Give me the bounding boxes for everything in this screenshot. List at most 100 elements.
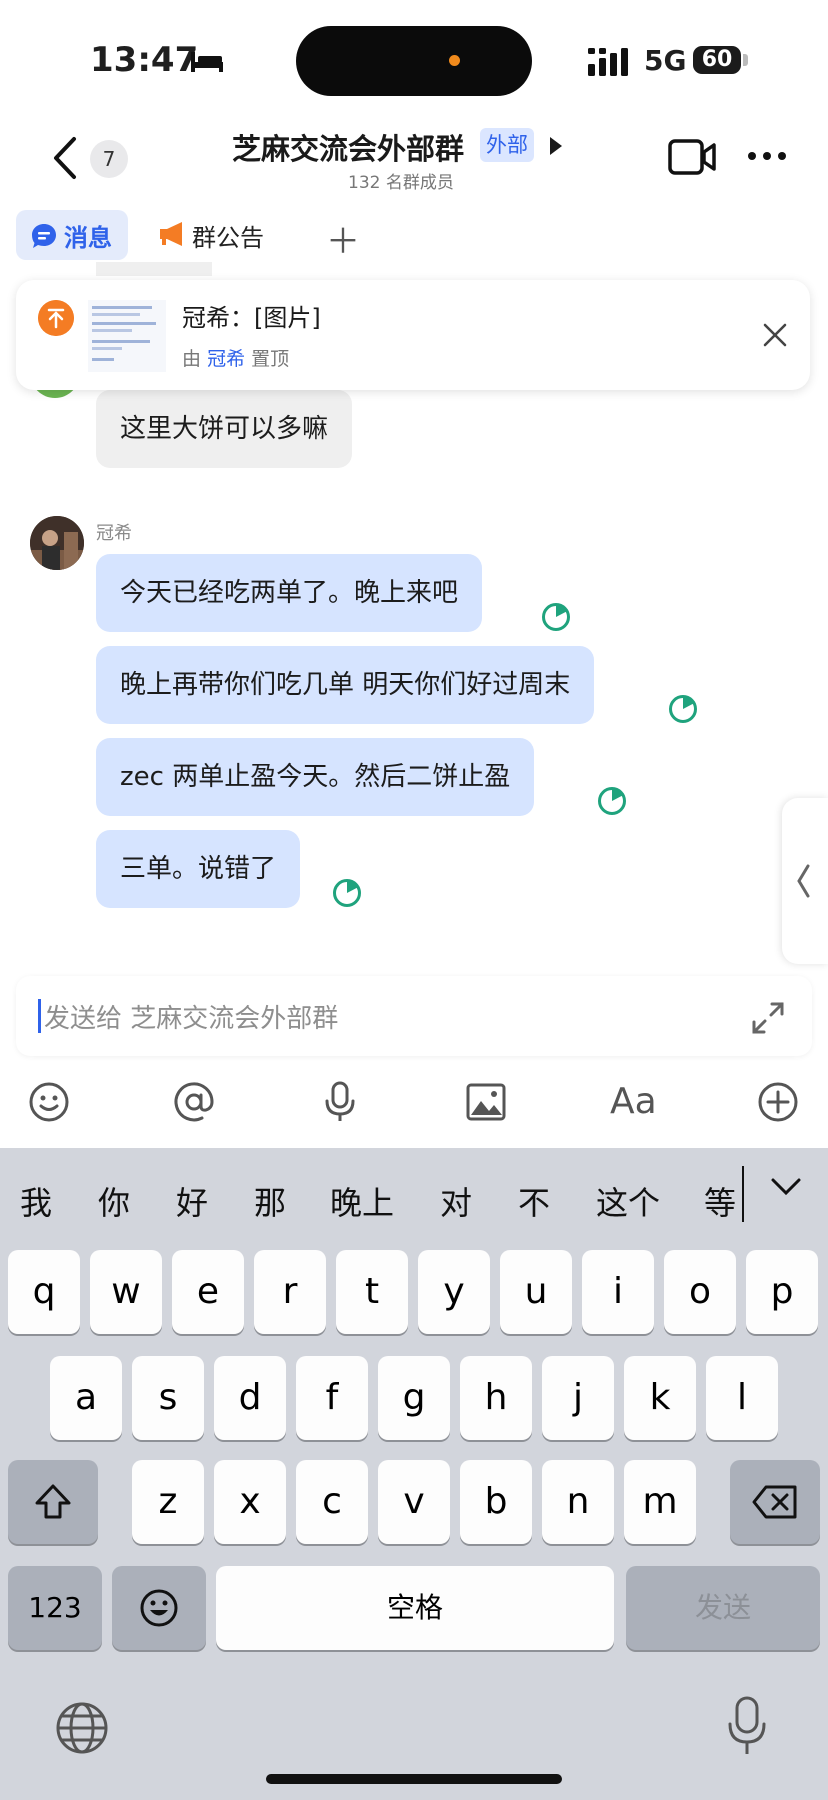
home-indicator[interactable] [266, 1774, 562, 1784]
dictation-icon[interactable] [726, 1694, 768, 1758]
shift-icon [35, 1484, 71, 1519]
add-tab-button[interactable]: ＋ [326, 214, 360, 263]
emoji-icon[interactable] [27, 1080, 71, 1124]
message-input-placeholder[interactable]: 发送给 芝麻交流会外部群 [44, 998, 338, 1035]
key[interactable]: b [460, 1460, 532, 1544]
candidate-word[interactable]: 我 [20, 1178, 52, 1224]
key[interactable]: j [542, 1356, 614, 1440]
candidate-word[interactable]: 等 [704, 1178, 736, 1224]
message-bubble[interactable]: 晚上再带你们吃几单 明天你们好过周末 [96, 646, 595, 724]
close-icon[interactable] [762, 322, 788, 348]
chat-bubble-icon [32, 224, 56, 248]
pinned-by-prefix: 由 [182, 348, 202, 370]
back-icon[interactable] [48, 136, 82, 180]
space-key[interactable]: 空格 [216, 1566, 614, 1650]
key[interactable]: z [132, 1460, 204, 1544]
pinned-by: 由 冠希 置顶 [182, 344, 289, 371]
key[interactable]: p [746, 1250, 818, 1334]
numbers-key[interactable]: 123 [8, 1566, 102, 1650]
status-time: 13:47 [90, 40, 199, 80]
external-group-badge: 外部 [480, 128, 534, 162]
read-status-icon[interactable] [668, 694, 698, 724]
member-count[interactable]: 132 名群成员 [348, 168, 454, 193]
key[interactable]: w [90, 1250, 162, 1334]
key[interactable]: u [500, 1250, 572, 1334]
key[interactable]: c [296, 1460, 368, 1544]
image-thumbnail[interactable] [88, 300, 166, 372]
candidate-divider [742, 1166, 744, 1222]
text-format-icon[interactable]: Aa [610, 1080, 657, 1124]
key[interactable]: g [378, 1356, 450, 1440]
key[interactable]: q [8, 1250, 80, 1334]
message-bubble[interactable]: 这里大饼可以多嘛 [96, 390, 353, 468]
chat-title[interactable]: 芝麻交流会外部群 [232, 126, 464, 168]
message-bubble[interactable]: 三单。说错了 [96, 830, 301, 908]
avatar[interactable] [30, 516, 84, 570]
text-cursor [38, 999, 41, 1033]
candidate-word[interactable]: 晚上 [330, 1178, 394, 1224]
key[interactable]: l [706, 1356, 778, 1440]
candidate-word[interactable]: 不 [518, 1178, 550, 1224]
key[interactable]: k [624, 1356, 696, 1440]
pinned-by-suffix: 置顶 [251, 348, 290, 370]
backspace-key[interactable] [730, 1460, 820, 1544]
unread-count-badge[interactable]: 7 [90, 140, 128, 178]
key[interactable]: h [460, 1356, 532, 1440]
key[interactable]: x [214, 1460, 286, 1544]
key[interactable]: s [132, 1356, 204, 1440]
battery-level: 60 [693, 46, 741, 74]
previous-bubble-edge [96, 262, 212, 276]
mention-icon[interactable] [172, 1080, 216, 1124]
key[interactable]: r [254, 1250, 326, 1334]
key[interactable]: d [214, 1356, 286, 1440]
read-status-icon[interactable] [597, 786, 627, 816]
shift-key[interactable] [8, 1460, 98, 1544]
pinned-by-name[interactable]: 冠希 [207, 348, 245, 370]
key[interactable]: t [336, 1250, 408, 1334]
add-circle-icon[interactable] [756, 1080, 800, 1124]
key[interactable]: n [542, 1460, 614, 1544]
chevron-left-icon[interactable] [796, 864, 810, 898]
more-icon[interactable] [746, 150, 788, 162]
key[interactable]: m [624, 1460, 696, 1544]
network-type: 5G [644, 44, 687, 77]
message-bubble[interactable]: zec 两单止盈今天。然后二饼止盈 [96, 738, 535, 816]
backspace-icon [752, 1485, 797, 1519]
message-bubble[interactable]: 今天已经吃两单了。晚上来吧 [96, 554, 483, 632]
candidate-word[interactable]: 那 [254, 1178, 286, 1224]
tab-messages-label[interactable]: 消息 [64, 218, 112, 253]
image-icon[interactable] [464, 1080, 508, 1124]
sleep-focus-icon [191, 52, 223, 72]
key[interactable]: e [172, 1250, 244, 1334]
megaphone-icon [160, 222, 182, 246]
globe-icon[interactable] [54, 1700, 110, 1756]
candidate-word[interactable]: 这个 [596, 1178, 660, 1224]
video-call-icon[interactable] [668, 138, 716, 176]
key[interactable]: i [582, 1250, 654, 1334]
emoji-key[interactable] [112, 1566, 206, 1650]
key[interactable]: y [418, 1250, 490, 1334]
battery-icon [743, 54, 748, 66]
dynamic-island [296, 26, 532, 96]
expand-icon[interactable] [750, 1000, 786, 1036]
key[interactable]: v [378, 1460, 450, 1544]
send-key[interactable]: 发送 [626, 1566, 820, 1650]
voice-icon[interactable] [318, 1080, 362, 1124]
title-expand-icon[interactable] [550, 137, 562, 155]
candidate-word[interactable]: 你 [98, 1178, 130, 1224]
recording-indicator [449, 55, 460, 66]
signal-icon [588, 48, 628, 76]
candidate-word[interactable]: 对 [440, 1178, 472, 1224]
read-status-icon[interactable] [541, 602, 571, 632]
key[interactable]: a [50, 1356, 122, 1440]
key[interactable]: o [664, 1250, 736, 1334]
sender-name: 冠希 [96, 523, 132, 544]
tab-announcement-label[interactable]: 群公告 [192, 218, 264, 253]
emoji-icon [140, 1589, 178, 1627]
key[interactable]: f [296, 1356, 368, 1440]
pin-top-icon [38, 300, 74, 336]
candidate-word[interactable]: 好 [176, 1178, 208, 1224]
user-photo-icon [30, 516, 84, 570]
chevron-down-icon[interactable] [770, 1176, 802, 1198]
read-status-icon[interactable] [332, 878, 362, 908]
